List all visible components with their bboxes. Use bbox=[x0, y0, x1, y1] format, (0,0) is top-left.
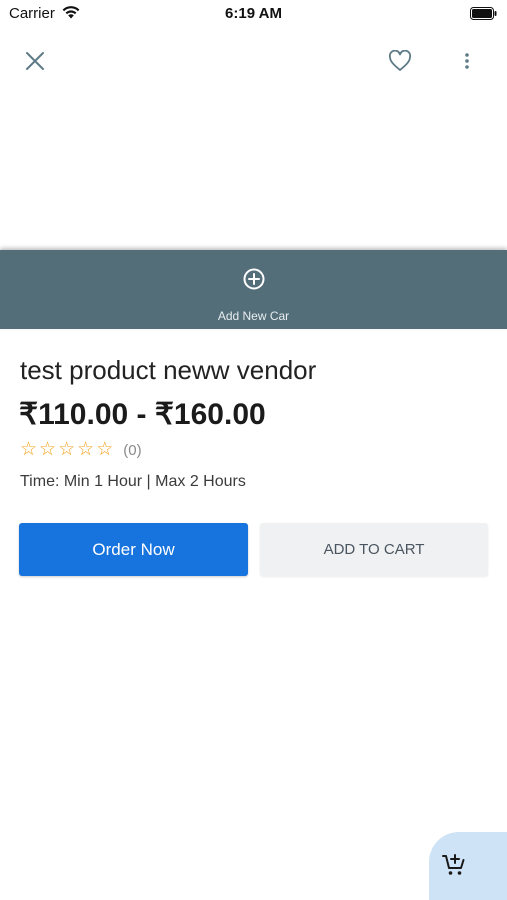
price-range: ₹110.00 - ₹160.00 bbox=[19, 398, 266, 431]
close-icon bbox=[26, 52, 44, 70]
cart-add-icon bbox=[442, 854, 465, 875]
product-title: test product neww vendor bbox=[20, 355, 317, 385]
close-button[interactable] bbox=[19, 45, 51, 77]
more-vertical-icon bbox=[465, 53, 469, 69]
star-icon: ☆ bbox=[96, 439, 114, 460]
star-icon: ☆ bbox=[39, 439, 57, 460]
rating-count: (0) bbox=[123, 441, 142, 459]
plus-circle-icon bbox=[243, 268, 265, 290]
rating-stars: ☆ ☆ ☆ ☆ ☆ (0) bbox=[20, 440, 142, 460]
star-icon: ☆ bbox=[77, 439, 95, 460]
add-new-car-label: Add New Car bbox=[217, 309, 290, 323]
favorite-button[interactable] bbox=[384, 45, 416, 77]
more-options-button[interactable] bbox=[455, 45, 479, 77]
service-time: Time: Min 1 Hour | Max 2 Hours bbox=[20, 473, 246, 490]
heart-icon bbox=[388, 50, 412, 71]
status-time: 6:19 AM bbox=[225, 5, 282, 22]
star-icon: ☆ bbox=[20, 439, 38, 460]
status-bar: Carrier 6:19 AM bbox=[0, 0, 507, 28]
order-now-button[interactable]: Order Now bbox=[19, 523, 248, 576]
add-to-cart-button[interactable]: ADD TO CART bbox=[260, 523, 488, 576]
floating-cart-button[interactable] bbox=[429, 832, 507, 900]
battery-icon bbox=[470, 7, 497, 20]
star-icon: ☆ bbox=[58, 439, 76, 460]
